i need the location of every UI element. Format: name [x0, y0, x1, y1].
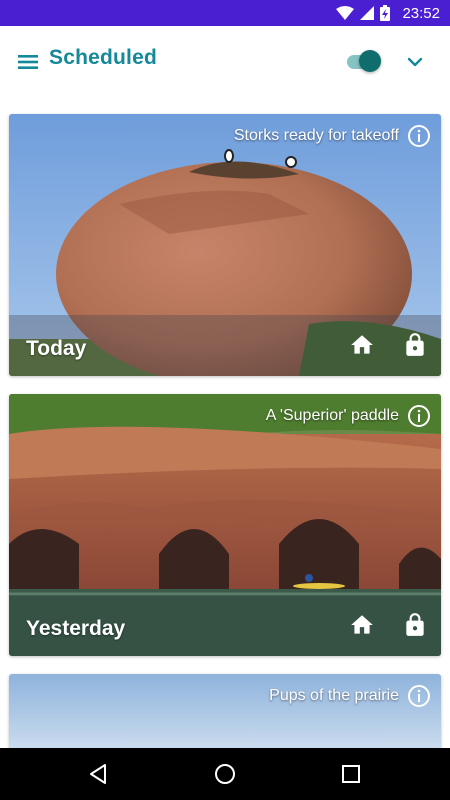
- card-caption: Pups of the prairie: [269, 687, 399, 704]
- card-caption: A 'Superior' paddle: [265, 407, 399, 424]
- battery-charging-icon: [380, 5, 391, 21]
- page-title: Scheduled: [49, 46, 157, 69]
- chevron-down-icon[interactable]: [403, 50, 427, 74]
- card-day-label: Yesterday: [26, 617, 126, 640]
- home-circle-icon[interactable]: [213, 762, 237, 786]
- card-image-prairie: [9, 674, 441, 748]
- info-icon[interactable]: [407, 684, 431, 708]
- status-time: 23:52: [402, 4, 440, 22]
- card-storks[interactable]: Storks ready for takeoff Today: [9, 114, 441, 376]
- card-footer: Yesterday: [9, 595, 441, 656]
- back-icon[interactable]: [87, 762, 111, 786]
- lock-icon[interactable]: [402, 332, 428, 358]
- signal-icon: [360, 6, 375, 20]
- card-paddle[interactable]: A 'Superior' paddle Yesterday: [9, 394, 441, 656]
- schedule-toggle[interactable]: [345, 50, 383, 74]
- recents-square-icon[interactable]: [339, 762, 363, 786]
- home-icon[interactable]: [349, 332, 375, 358]
- info-icon[interactable]: [407, 404, 431, 428]
- status-bar: 23:52: [0, 0, 450, 26]
- lock-icon[interactable]: [402, 612, 428, 638]
- info-icon[interactable]: [407, 124, 431, 148]
- toggle-thumb: [359, 50, 381, 72]
- card-day-label: Today: [26, 337, 87, 360]
- card-footer: Today: [9, 315, 441, 376]
- wifi-icon: [336, 6, 355, 20]
- app-bar: Scheduled: [0, 26, 450, 98]
- system-nav-bar: [0, 748, 450, 800]
- card-prairie[interactable]: Pups of the prairie: [9, 674, 441, 748]
- card-caption: Storks ready for takeoff: [233, 127, 399, 144]
- home-icon[interactable]: [349, 612, 375, 638]
- hamburger-menu-icon[interactable]: [14, 48, 42, 76]
